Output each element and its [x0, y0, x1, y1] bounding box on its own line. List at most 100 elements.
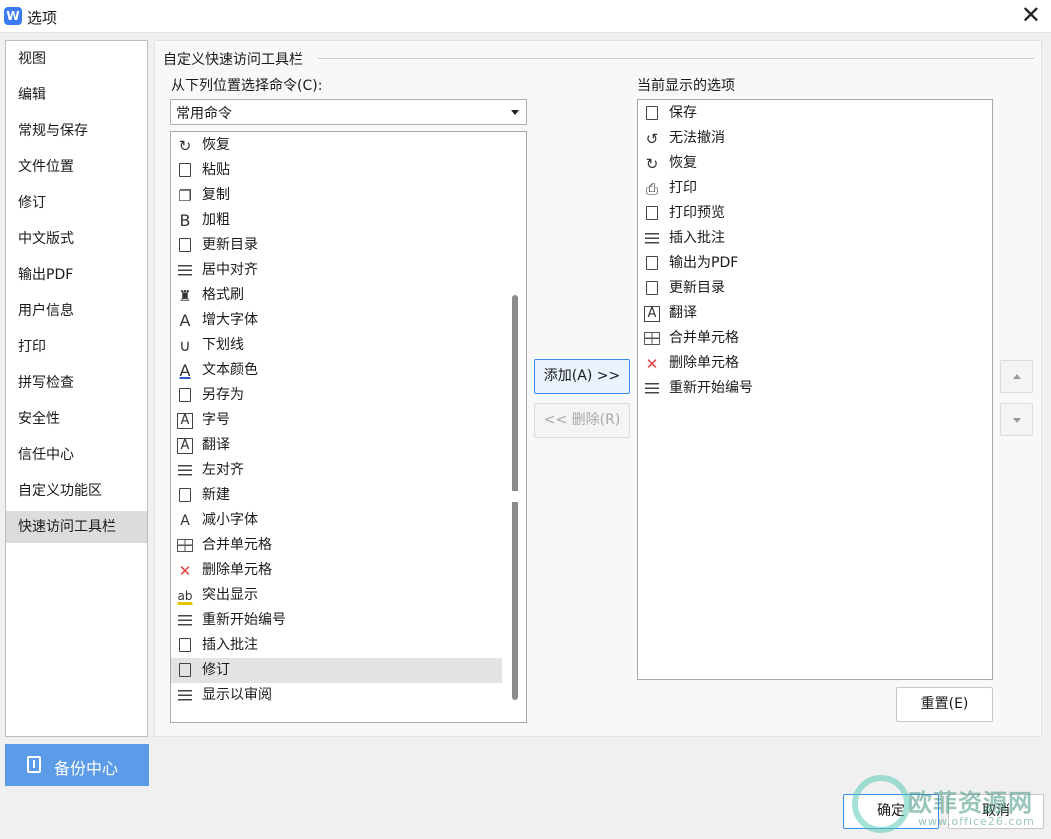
restart-numbering-icon — [176, 612, 194, 630]
list-item[interactable]: ♜ 格式刷 — [171, 283, 502, 308]
list-item-label: 显示以审阅 — [202, 687, 272, 703]
sidebar-item-quick-access-toolbar[interactable]: 快速访问工具栏 — [6, 511, 147, 543]
command-source-dropdown[interactable]: 常用命令 — [170, 99, 527, 125]
current-commands-list[interactable]: 保存 ↺ 无法撤消 ↻ 恢复 ⎙ 打印 打印预览 插入批注 输出为PDF 更新目录 A… — [637, 99, 993, 680]
sidebar-item-security[interactable]: 安全性 — [6, 403, 147, 435]
list-item[interactable]: ↺ 无法撤消 — [638, 126, 992, 151]
sidebar-item-file-location[interactable]: 文件位置 — [6, 151, 147, 183]
remove-button[interactable]: << 删除(R) — [534, 403, 630, 438]
list-item[interactable]: A 减小字体 — [171, 508, 502, 533]
bold-icon: B — [179, 211, 191, 230]
sidebar-item-customize-ribbon[interactable]: 自定义功能区 — [6, 475, 147, 507]
translate-icon: A — [177, 438, 193, 454]
sidebar-item-export-pdf[interactable]: 输出PDF — [6, 259, 147, 291]
sidebar-item-view[interactable]: 视图 — [6, 43, 147, 75]
list-item[interactable]: 插入批注 — [171, 633, 502, 658]
list-item[interactable]: ab 突出显示 — [171, 583, 502, 608]
highlight-icon: ab — [177, 589, 193, 603]
track-changes-icon — [176, 662, 194, 680]
move-down-button[interactable] — [1000, 403, 1033, 436]
list-item[interactable]: ❐ 复制 — [171, 183, 502, 208]
list-item[interactable]: ✕ 删除单元格 — [638, 351, 992, 376]
translate-icon: A — [644, 306, 660, 322]
list-item[interactable]: A 翻译 — [638, 301, 992, 326]
show-for-review-icon — [176, 687, 194, 705]
sidebar-item-revision[interactable]: 修订 — [6, 187, 147, 219]
list-item[interactable]: 左对齐 — [171, 458, 502, 483]
update-toc-icon — [176, 237, 194, 255]
list-item-label: 居中对齐 — [202, 262, 258, 278]
list-item[interactable]: A 增大字体 — [171, 308, 502, 333]
sidebar-item-edit[interactable]: 编辑 — [6, 79, 147, 111]
list-item[interactable]: ⎙ 打印 — [638, 176, 992, 201]
list-item[interactable]: 保存 — [638, 101, 992, 126]
list-item[interactable]: ↻ 恢复 — [638, 151, 992, 176]
redo-icon: ↻ — [645, 155, 659, 173]
close-icon[interactable]: ✕ — [1021, 3, 1041, 27]
list-item[interactable]: 插入批注 — [638, 226, 992, 251]
dropdown-value: 常用命令 — [176, 106, 232, 122]
list-item-selected[interactable]: 修订 — [171, 658, 502, 683]
update-toc-icon — [643, 280, 661, 298]
sidebar-item-print[interactable]: 打印 — [6, 331, 147, 363]
list-item[interactable]: A 翻译 — [171, 433, 502, 458]
available-commands-list[interactable]: ↻ 恢复 粘贴 ❐ 复制 B 加粗 更新目录 居中对齐 ♜ 格式刷 A 增大字体 ∪ 下划线… — [170, 131, 527, 723]
undo-icon: ↺ — [645, 130, 659, 148]
sidebar-item-chinese-layout[interactable]: 中文版式 — [6, 223, 147, 255]
list-item-label: 新建 — [202, 487, 230, 503]
list-item[interactable]: A 字号 — [171, 408, 502, 433]
restart-numbering-icon — [643, 380, 661, 398]
title-bar: W 选项 ✕ — [0, 0, 1051, 33]
list-item[interactable]: 居中对齐 — [171, 258, 502, 283]
font-size-icon: A — [177, 413, 193, 429]
list-item[interactable]: 输出为PDF — [638, 251, 992, 276]
save-as-icon — [176, 387, 194, 405]
move-up-button[interactable] — [1000, 360, 1033, 393]
list-item[interactable]: 重新开始编号 — [638, 376, 992, 401]
list-item[interactable]: 打印预览 — [638, 201, 992, 226]
list-item[interactable]: 重新开始编号 — [171, 608, 502, 633]
add-button[interactable]: 添加(A) >> — [534, 359, 630, 394]
list-item[interactable]: ↻ 恢复 — [171, 133, 502, 158]
cancel-button[interactable]: 取消 — [948, 794, 1044, 829]
list-item-label: 增大字体 — [202, 312, 258, 328]
list-item-label: 另存为 — [202, 387, 244, 403]
list-item[interactable]: 更新目录 — [171, 233, 502, 258]
copy-icon: ❐ — [178, 187, 192, 205]
list-item[interactable]: 合并单元格 — [171, 533, 502, 558]
list-item-label: 合并单元格 — [669, 330, 739, 346]
sidebar-item-trust-center[interactable]: 信任中心 — [6, 439, 147, 471]
list-item[interactable]: 更新目录 — [638, 276, 992, 301]
current-options-label: 当前显示的选项 — [637, 78, 735, 94]
list-item-label: 粘贴 — [202, 162, 230, 178]
chevron-down-icon — [511, 110, 519, 115]
align-center-icon — [176, 262, 194, 280]
list-item-label: 输出为PDF — [669, 255, 739, 271]
wps-app-icon: W — [4, 7, 22, 25]
list-item[interactable]: 新建 — [171, 483, 502, 508]
list-item[interactable]: A 文本颜色 — [171, 358, 502, 383]
list-item-label: 重新开始编号 — [669, 380, 753, 396]
list-item[interactable]: 粘贴 — [171, 158, 502, 183]
backup-center-button[interactable]: 备份中心 — [5, 744, 149, 786]
list-item-label: 复制 — [202, 187, 230, 203]
list-item[interactable]: 另存为 — [171, 383, 502, 408]
sidebar-item-spell-check[interactable]: 拼写检查 — [6, 367, 147, 399]
grow-font-icon: A — [179, 311, 191, 330]
list-item[interactable]: B 加粗 — [171, 208, 502, 233]
list-item[interactable]: 显示以审阅 — [171, 683, 502, 708]
list-item-label: 打印 — [669, 180, 697, 196]
options-sidebar: 视图 编辑 常规与保存 文件位置 修订 中文版式 输出PDF 用户信息 打印 拼… — [5, 40, 148, 737]
list-item[interactable]: ∪ 下划线 — [171, 333, 502, 358]
sidebar-item-user-info[interactable]: 用户信息 — [6, 295, 147, 327]
sidebar-item-general-save[interactable]: 常规与保存 — [6, 115, 147, 147]
ok-button[interactable]: 确定 — [843, 794, 939, 829]
list-item[interactable]: ✕ 删除单元格 — [171, 558, 502, 583]
delete-cells-icon: ✕ — [645, 355, 659, 373]
list-item[interactable]: 合并单元格 — [638, 326, 992, 351]
section-divider — [318, 58, 1034, 59]
insert-comment-icon — [176, 637, 194, 655]
reset-button[interactable]: 重置(E) — [896, 687, 993, 722]
list-item-label: 打印预览 — [669, 205, 725, 221]
list-item-label: 保存 — [669, 105, 697, 121]
